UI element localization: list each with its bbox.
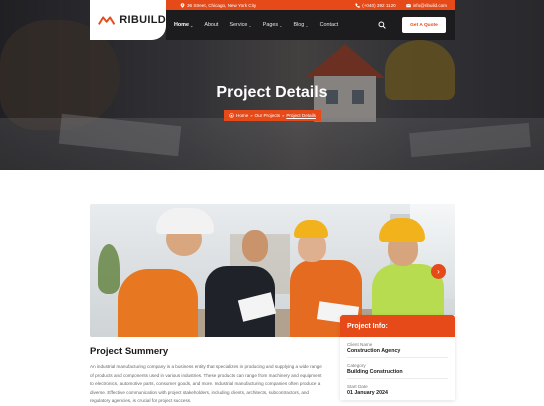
phone-icon	[355, 3, 360, 8]
phone-text: (+040) 392 1120	[362, 2, 396, 8]
nav-item-label: Blog	[293, 22, 305, 28]
nav-item-label: Home	[174, 22, 189, 28]
logo-text: RIBUILD	[119, 14, 166, 26]
nav-item-label: About	[204, 22, 219, 28]
home-icon	[229, 113, 234, 118]
breadcrumb-parent-link[interactable]: Our Projects	[255, 113, 281, 118]
info-field-value: 01 January 2024	[347, 390, 388, 396]
info-field-label: Start Date	[347, 384, 368, 389]
contact-info: (+040) 392 1120 info@ribuild.com	[355, 3, 447, 8]
info-field-value: Construction Agency	[347, 348, 448, 358]
info-field-value: Building Construction	[347, 369, 448, 379]
search-icon[interactable]	[378, 21, 386, 29]
nav-item-service[interactable]: Service ⌄	[229, 22, 251, 28]
nav-item-home[interactable]: Home ⌄	[174, 22, 193, 28]
phone-info[interactable]: (+040) 392 1120	[355, 3, 396, 8]
photo-person-shape	[118, 269, 198, 337]
chevron-down-icon: ⌄	[305, 22, 309, 28]
get-quote-button[interactable]: Get A Quote	[402, 17, 446, 33]
nav-item-pages[interactable]: Pages ⌄	[263, 22, 283, 28]
photo-hardhat-shape	[156, 208, 214, 234]
address-text: 36 Street, Chicago, New York City	[187, 2, 257, 8]
nav-item-blog[interactable]: Blog ⌄	[293, 22, 308, 28]
photo-hardhat-shape	[294, 220, 328, 238]
top-info-bar: 36 Street, Chicago, New York City (+040)…	[166, 0, 455, 10]
logo[interactable]: RIBUILD	[90, 0, 166, 40]
chevron-down-icon: ⌄	[189, 22, 194, 28]
email-info[interactable]: info@ribuild.com	[405, 2, 447, 8]
breadcrumb-current: Project Details	[286, 113, 316, 118]
email-icon	[405, 3, 411, 7]
email-text: info@ribuild.com	[412, 2, 447, 8]
summary-title: Project Summery	[90, 346, 169, 357]
photo-plant-shape	[98, 244, 120, 294]
project-info-card: Project Info: Client Name Construction A…	[340, 315, 455, 400]
photo-person-shape	[242, 230, 268, 262]
location-pin-icon	[180, 2, 185, 8]
project-summary: Project Summery An industrial manufactur…	[90, 346, 326, 406]
breadcrumb-home-link[interactable]: Home	[236, 113, 248, 118]
nav-menu: Home ⌄ About Service ⌄ Pages ⌄ Blog ⌄ Contac…	[174, 22, 338, 28]
nav-item-about[interactable]: About	[204, 22, 218, 28]
breadcrumb-separator-icon: »	[282, 113, 285, 118]
logo-mark-icon	[98, 16, 116, 25]
summary-text: An industrial manufacturing company is a…	[90, 364, 322, 403]
breadcrumb: Home » Our Projects » Project Details	[224, 110, 321, 121]
chevron-down-icon: ⌄	[248, 22, 252, 28]
nav-item-contact[interactable]: Contact	[320, 22, 339, 28]
info-field-start-date: Start Date 01 January 2024	[340, 384, 455, 399]
arrow-right-icon[interactable]: ›	[431, 264, 446, 279]
address-info: 36 Street, Chicago, New York City	[180, 3, 256, 8]
breadcrumb-separator-icon: »	[250, 113, 253, 118]
info-field-client: Client Name Construction Agency	[340, 342, 455, 358]
nav-item-label: Pages	[262, 22, 279, 28]
project-info-title: Project Info:	[340, 315, 455, 337]
info-field-label: Client Name	[347, 342, 373, 347]
nav-item-label: Contact	[319, 22, 339, 28]
chevron-down-icon: ⌄	[279, 22, 283, 28]
info-field-label: Category	[347, 363, 366, 368]
nav-item-label: Service	[229, 22, 248, 28]
info-field-category: Category Building Construction	[340, 363, 455, 379]
page-title: Project Details	[216, 84, 328, 101]
main-nav: Home ⌄ About Service ⌄ Pages ⌄ Blog ⌄ Contac…	[166, 10, 455, 40]
